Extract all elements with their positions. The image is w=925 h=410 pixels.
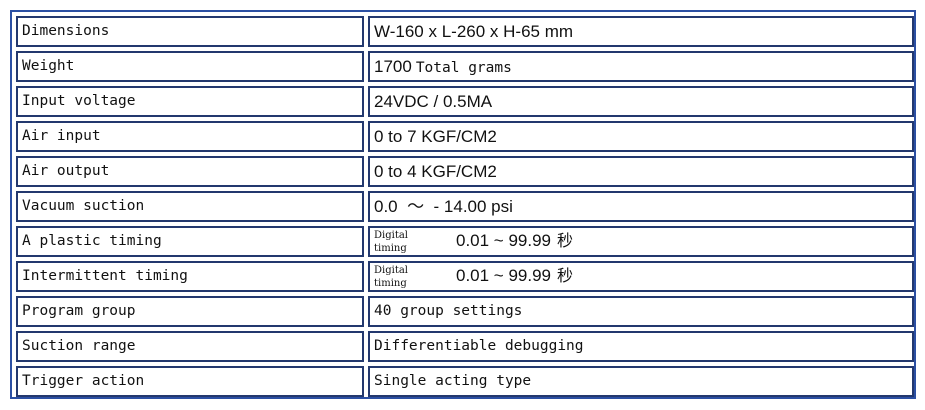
timing-range: 0.01 ~ 99.99 秒 xyxy=(456,263,573,288)
row-label: Input voltage xyxy=(16,86,364,117)
row-label: Weight xyxy=(16,51,364,82)
table-row: Suction range Differentiable debugging xyxy=(16,331,914,362)
row-value: Digital timing 0.01 ~ 99.99 秒 xyxy=(368,261,914,292)
digital-timing-label: Digital timing xyxy=(374,229,454,255)
row-label: Vacuum suction xyxy=(16,191,364,222)
spec-table: Dimensions W-160 x L-260 x H-65 mm Weigh… xyxy=(10,10,916,399)
row-label: Air output xyxy=(16,156,364,187)
row-value: 0.0 ～ - 14.00 psi xyxy=(368,191,914,222)
row-value: 0 to 7 KGF/CM2 xyxy=(368,121,914,152)
table-row: Weight 1700 Total grams xyxy=(16,51,914,82)
row-value: Differentiable debugging xyxy=(368,331,914,362)
digital-timing-label: Digital timing xyxy=(374,264,454,290)
row-value: W-160 x L-260 x H-65 mm xyxy=(368,16,914,47)
table-row: Vacuum suction 0.0 ～ - 14.00 psi xyxy=(16,191,914,222)
row-value: Single acting type xyxy=(368,366,914,397)
table-row: Air output 0 to 4 KGF/CM2 xyxy=(16,156,914,187)
table-row: A plastic timing Digital timing 0.01 ~ 9… xyxy=(16,226,914,257)
row-value: 24VDC / 0.5MA xyxy=(368,86,914,117)
row-label: Dimensions xyxy=(16,16,364,47)
table-row: Input voltage 24VDC / 0.5MA xyxy=(16,86,914,117)
weight-unit: Total grams xyxy=(415,60,512,76)
table-row: Air input 0 to 7 KGF/CM2 xyxy=(16,121,914,152)
timing-range-value: 0.01 ~ 99.99 xyxy=(456,266,552,285)
timing-unit: 秒 xyxy=(557,231,574,250)
row-label: Trigger action xyxy=(16,366,364,397)
row-value: 0 to 4 KGF/CM2 xyxy=(368,156,914,187)
digital-label-line2: timing xyxy=(374,278,407,289)
digital-label-line1: Digital xyxy=(374,265,408,276)
row-value: 1700 Total grams xyxy=(368,51,914,82)
row-label: Suction range xyxy=(16,331,364,362)
weight-number: 1700 xyxy=(374,57,412,76)
digital-label-line2: timing xyxy=(374,243,407,254)
timing-unit: 秒 xyxy=(557,266,574,285)
row-value: 40 group settings xyxy=(368,296,914,327)
table-row: Program group 40 group settings xyxy=(16,296,914,327)
table-row: Trigger action Single acting type xyxy=(16,366,914,397)
table-row: Dimensions W-160 x L-260 x H-65 mm xyxy=(16,16,914,47)
row-label: A plastic timing xyxy=(16,226,364,257)
table-row: Intermittent timing Digital timing 0.01 … xyxy=(16,261,914,292)
row-value: Digital timing 0.01 ~ 99.99 秒 xyxy=(368,226,914,257)
digital-label-line1: Digital xyxy=(374,230,408,241)
timing-range: 0.01 ~ 99.99 秒 xyxy=(456,228,573,253)
row-label: Program group xyxy=(16,296,364,327)
timing-range-value: 0.01 ~ 99.99 xyxy=(456,231,552,250)
row-label: Air input xyxy=(16,121,364,152)
row-label: Intermittent timing xyxy=(16,261,364,292)
